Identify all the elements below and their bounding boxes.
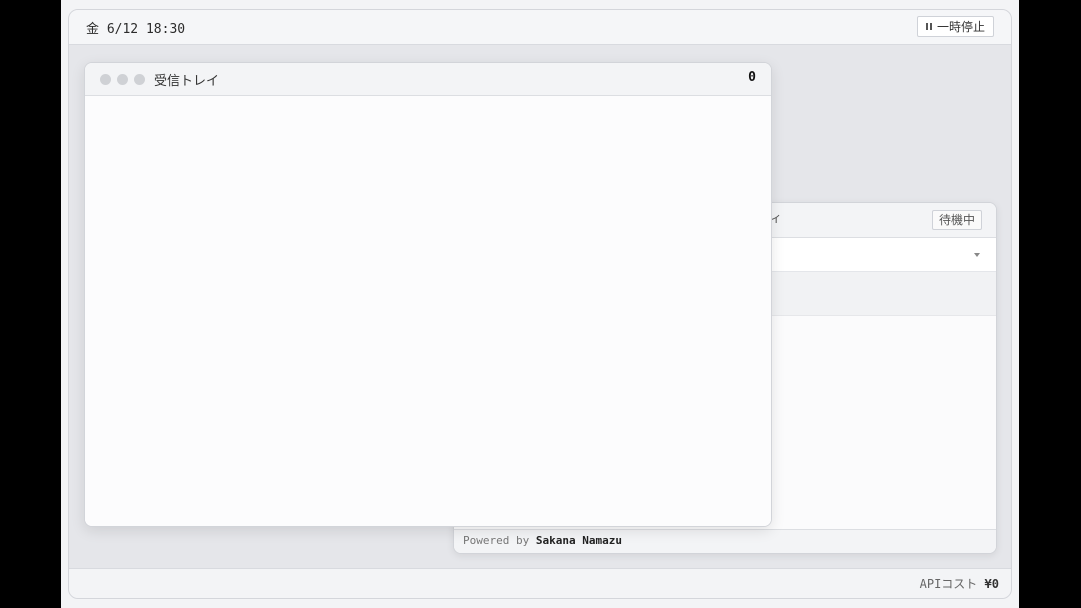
api-cost-label: APIコスト	[919, 577, 978, 591]
status-badge: 待機中	[931, 210, 982, 230]
inbox-count: 0	[748, 70, 756, 85]
maximize-window-icon[interactable]	[134, 74, 145, 85]
api-cost: APIコスト ¥0	[920, 575, 999, 592]
window-controls	[100, 74, 145, 85]
desktop: 金 6/12 18:30 一時停止 ィ 待機中 Powered by Sakan…	[68, 9, 1012, 599]
close-window-icon[interactable]	[100, 74, 111, 85]
clock: 金 6/12 18:30	[86, 22, 186, 37]
inbox-window-titlebar[interactable]: 受信トレイ 0	[85, 63, 771, 96]
powered-by-label: Powered by	[463, 534, 530, 547]
pause-button[interactable]: 一時停止	[916, 16, 994, 37]
chevron-down-icon	[974, 253, 980, 257]
brand-name: Sakana Namazu	[535, 534, 622, 547]
inbox-window[interactable]: 受信トレイ 0	[84, 62, 772, 527]
pause-button-label: 一時停止	[936, 20, 985, 34]
bottom-bar: APIコスト ¥0	[69, 568, 1011, 598]
inbox-title: 受信トレイ	[154, 74, 220, 89]
minimize-window-icon[interactable]	[117, 74, 128, 85]
top-bar: 金 6/12 18:30 一時停止	[69, 10, 1011, 45]
powered-by-footer: Powered by Sakana Namazu	[454, 529, 996, 553]
inbox-list	[85, 96, 771, 526]
page: 金 6/12 18:30 一時停止 ィ 待機中 Powered by Sakan…	[61, 0, 1019, 608]
pause-icon	[925, 23, 932, 30]
api-cost-value: ¥0	[984, 577, 999, 591]
